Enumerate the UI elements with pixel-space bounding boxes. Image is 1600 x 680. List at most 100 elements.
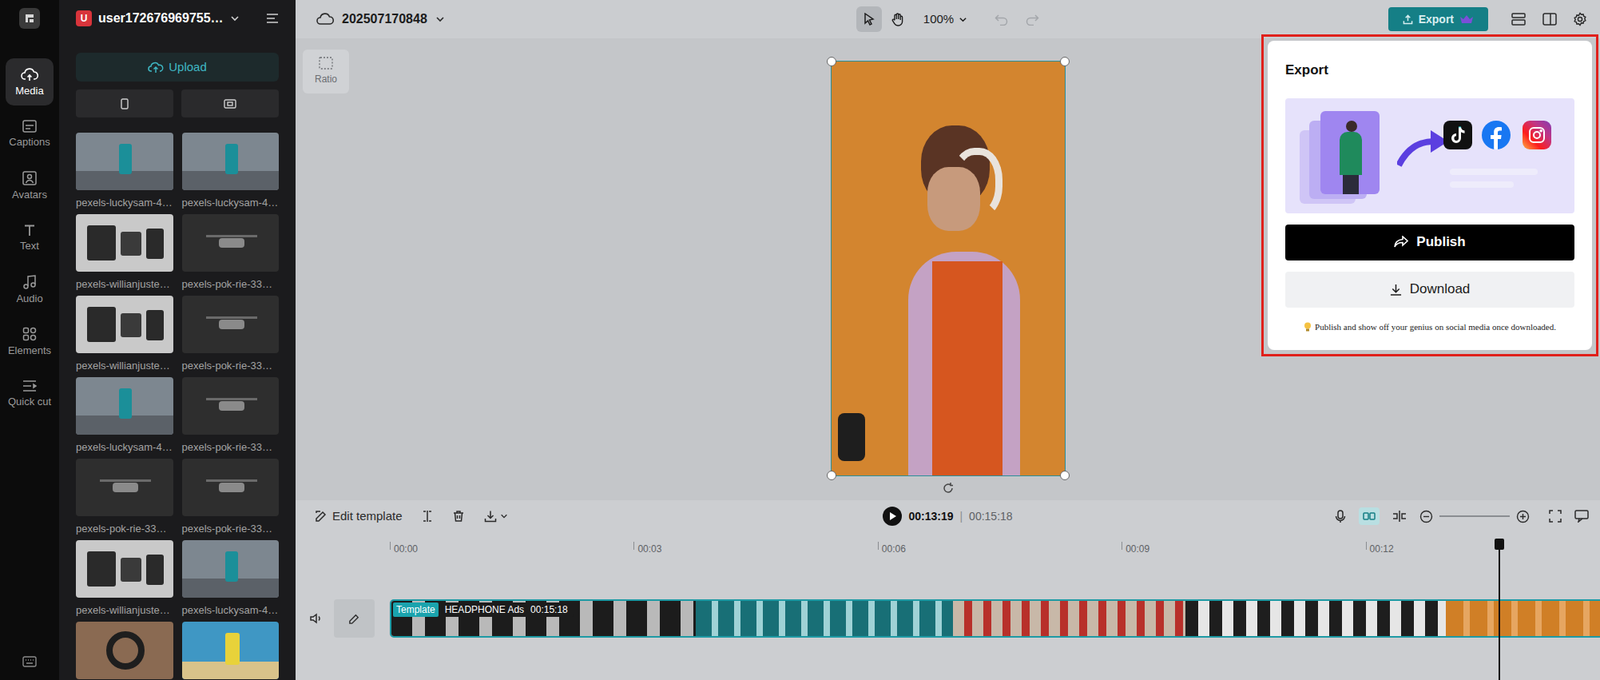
rail-nav: MediaCaptionsAvatarsTextAudioElementsQui…	[5, 58, 54, 417]
rail-item[interactable]: Elements	[5, 317, 54, 366]
portrait-button[interactable]	[75, 89, 174, 118]
media-thumbnail[interactable]	[75, 132, 174, 191]
media-thumbnail[interactable]	[182, 621, 280, 679]
resize-handle[interactable]	[1060, 56, 1070, 67]
download-menu[interactable]	[484, 509, 509, 523]
split-icon[interactable]	[421, 509, 433, 523]
account-header[interactable]: U user172676969755…	[75, 8, 279, 28]
download-icon	[484, 509, 497, 523]
resize-handle[interactable]	[1060, 470, 1070, 481]
media-item[interactable]	[75, 621, 174, 680]
media-thumbnail[interactable]	[75, 458, 174, 517]
volume-icon[interactable]	[309, 612, 323, 624]
logo-icon[interactable]	[19, 7, 40, 29]
time-ruler[interactable]: 00:0000:0300:0600:0900:12	[389, 532, 1600, 564]
redo-icon[interactable]	[1025, 13, 1040, 26]
keyboard-icon[interactable]	[22, 655, 37, 667]
select-tool[interactable]	[856, 6, 882, 32]
landscape-button[interactable]	[181, 89, 279, 118]
microphone-icon[interactable]	[1334, 509, 1346, 524]
media-item[interactable]: pexels-pok-rie-33…	[182, 214, 280, 296]
zoom-select[interactable]: 100%	[923, 10, 968, 29]
media-item[interactable]: pexels-willianjuste…	[75, 539, 174, 622]
chevron-down-icon	[500, 512, 509, 521]
timeline-tracks: 00:0000:0300:0600:0900:12 Template HEADP…	[389, 532, 1600, 680]
cloud-upload-icon	[147, 60, 164, 74]
link-icon[interactable]	[1392, 509, 1407, 523]
zoom-slider[interactable]	[1439, 515, 1510, 517]
media-item[interactable]: pexels-luckysam-4…	[75, 132, 174, 215]
resize-handle[interactable]	[826, 470, 837, 481]
media-thumbnail[interactable]	[75, 295, 174, 354]
media-thumbnail[interactable]	[182, 539, 280, 598]
snap-toggle[interactable]	[1358, 507, 1380, 525]
rail-item[interactable]: Captions	[5, 110, 54, 158]
resize-handle[interactable]	[826, 56, 837, 67]
top-bar: 202507170848 100% Export	[295, 0, 1600, 39]
video-track[interactable]: Template HEADPHONE Ads 00:15:18	[389, 599, 1600, 638]
ratio-button[interactable]: Ratio	[302, 49, 350, 94]
media-item[interactable]: pexels-pok-rie-33…	[75, 458, 174, 540]
media-thumbnail[interactable]	[75, 621, 174, 679]
ruler-tick: 00:00	[389, 541, 418, 556]
rail-item[interactable]: Quick cut	[5, 369, 54, 417]
chevron-down-icon[interactable]	[230, 13, 240, 24]
comment-icon[interactable]	[1574, 509, 1589, 523]
zoom-in-icon[interactable]	[1516, 509, 1530, 524]
media-item[interactable]: pexels-willianjuste…	[75, 295, 174, 378]
media-thumbnail[interactable]	[182, 295, 280, 354]
export-button[interactable]: Export	[1388, 7, 1489, 32]
crown-icon	[1459, 14, 1474, 24]
cloud-icon[interactable]	[316, 12, 334, 26]
video-preview[interactable]	[831, 61, 1065, 476]
media-thumbnail[interactable]	[182, 214, 280, 272]
ruler-label: 00:06	[881, 541, 906, 556]
gear-icon[interactable]	[1572, 11, 1588, 27]
chevron-down-icon[interactable]	[435, 14, 445, 24]
media-item[interactable]: pexels-luckysam-4…	[182, 539, 280, 622]
playhead[interactable]	[1498, 539, 1501, 680]
hand-tool[interactable]	[885, 6, 911, 32]
media-item[interactable]	[182, 621, 280, 680]
media-item[interactable]: pexels-willianjuste…	[75, 214, 174, 296]
download-button[interactable]: Download	[1285, 271, 1575, 308]
track-edit-button[interactable]	[333, 599, 375, 638]
project-title[interactable]: 202507170848	[341, 9, 428, 29]
media-item[interactable]: pexels-luckysam-4…	[75, 377, 174, 459]
rail-item[interactable]: Audio	[5, 266, 54, 314]
rail-item[interactable]: Media	[5, 58, 54, 106]
select-icon	[863, 12, 875, 26]
media-item[interactable]: pexels-pok-rie-33…	[182, 295, 280, 378]
track-label: Template HEADPHONE Ads 00:15:18	[393, 602, 575, 617]
panel-icon[interactable]	[1542, 12, 1557, 26]
fit-icon[interactable]	[1548, 509, 1562, 523]
rotate-icon[interactable]	[941, 481, 955, 495]
media-thumbnail[interactable]	[182, 458, 280, 517]
media-thumbnail[interactable]	[75, 214, 174, 272]
icon-rail: MediaCaptionsAvatarsTextAudioElementsQui…	[0, 0, 60, 680]
layers-icon[interactable]	[1510, 11, 1527, 27]
publish-button[interactable]: Publish	[1285, 224, 1575, 261]
undo-icon[interactable]	[994, 13, 1009, 26]
play-button[interactable]	[882, 506, 902, 526]
media-item[interactable]: pexels-luckysam-4…	[182, 132, 280, 215]
media-thumbnail[interactable]	[75, 377, 174, 435]
media-thumbnail[interactable]	[182, 132, 280, 191]
media-thumbnail[interactable]	[75, 539, 174, 598]
account-avatar[interactable]: U	[75, 10, 92, 27]
editor: MediaCaptionsAvatarsTextAudioElementsQui…	[0, 0, 1600, 680]
media-item[interactable]: pexels-pok-rie-33…	[182, 458, 280, 540]
upload-button[interactable]: Upload	[75, 52, 279, 82]
media-thumbnail[interactable]	[182, 377, 280, 435]
ruler-label: 00:00	[393, 541, 418, 556]
rail-item[interactable]: Avatars	[5, 162, 54, 210]
rail-item[interactable]: Text	[5, 214, 54, 262]
ruler-label: 00:12	[1369, 541, 1394, 556]
list-icon[interactable]	[266, 12, 279, 24]
zoom-out-icon[interactable]	[1419, 509, 1434, 524]
account-name[interactable]: user172676969755…	[98, 8, 224, 28]
edit-template-button[interactable]: Edit template	[314, 507, 403, 526]
media-label: pexels-willianjuste…	[75, 357, 174, 374]
trash-icon[interactable]	[452, 509, 465, 523]
media-item[interactable]: pexels-pok-rie-33…	[182, 377, 280, 459]
